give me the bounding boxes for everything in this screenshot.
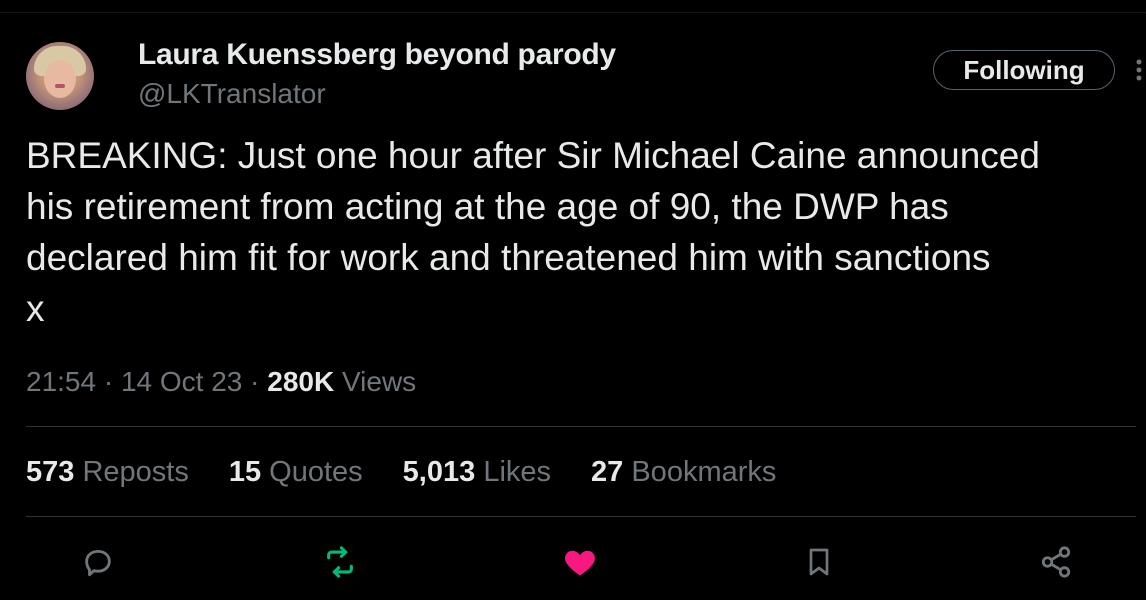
repost-icon [327,546,353,578]
reply-button[interactable] [80,544,116,580]
meta-separator: · [96,366,121,397]
divider [26,516,1136,517]
tweet-text: BREAKING: Just one hour after Sir Michae… [26,135,1040,329]
author-handle[interactable]: @LKTranslator [138,78,326,110]
top-divider [0,12,1146,13]
tweet-time[interactable]: 21:54 [26,366,96,397]
tweet-date[interactable]: 14 Oct 23 [121,366,242,397]
share-icon [1041,546,1071,578]
meta-separator: · [242,366,268,397]
views-count: 280K [267,366,335,397]
bookmark-icon [809,548,829,576]
engagement-stats: 573 Reposts 15 Quotes 5,013 Likes 27 Boo… [26,456,776,489]
stat-quotes[interactable]: 15 Quotes [229,456,363,489]
stat-label: Reposts [82,456,189,488]
like-button[interactable] [562,544,598,580]
stat-count: 27 [591,456,624,488]
views-label: Views [334,366,417,397]
stat-likes[interactable]: 5,013 Likes [403,456,551,489]
stat-count: 573 [26,456,75,488]
share-button[interactable] [1038,544,1074,580]
reply-icon [85,549,111,577]
stat-count: 5,013 [402,456,476,488]
stat-count: 15 [228,456,262,488]
tweet-detail-view: Laura Kuenssberg beyond parody @LKTransl… [0,0,1146,600]
author-display-name[interactable]: Laura Kuenssberg beyond parody [138,38,616,72]
stat-reposts[interactable]: 573 Reposts [26,456,189,489]
stat-label: Likes [483,456,552,488]
repost-button[interactable] [322,544,358,580]
bookmark-button[interactable] [801,544,837,580]
more-options-icon[interactable] [1132,56,1146,84]
avatar[interactable] [26,42,94,110]
stat-bookmarks[interactable]: 27 Bookmarks [591,456,776,489]
divider [26,426,1136,427]
following-button[interactable]: Following [933,50,1115,90]
stat-label: Quotes [269,456,363,488]
tweet-meta: 21:54 · 14 Oct 23 · 280K Views [26,366,416,398]
stat-label: Bookmarks [631,456,777,488]
like-icon [565,550,595,576]
